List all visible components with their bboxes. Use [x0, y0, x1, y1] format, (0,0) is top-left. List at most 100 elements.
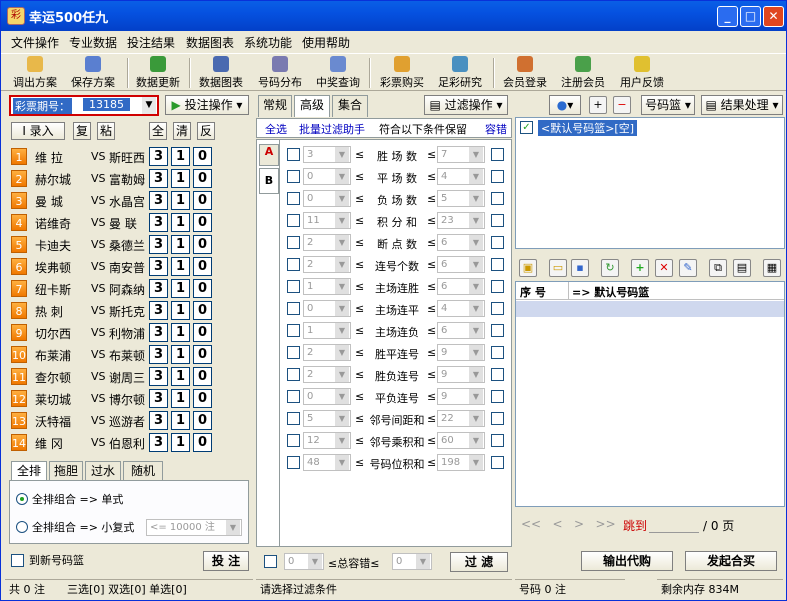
filter-max-select[interactable]: 60 — [437, 432, 485, 449]
filter-max-select[interactable]: 6 — [437, 234, 485, 251]
filter-max-select[interactable]: 9 — [437, 344, 485, 361]
filter-min-select[interactable]: 1 — [303, 322, 351, 339]
tab-full[interactable]: 全排 — [11, 461, 47, 481]
filter-checkbox[interactable] — [287, 170, 300, 183]
filter-checkbox[interactable] — [287, 434, 300, 447]
paste-button[interactable]: 粘 — [97, 122, 115, 140]
odds-loss-button[interactable]: 0 — [193, 169, 212, 188]
odds-loss-button[interactable]: 0 — [193, 147, 212, 166]
filter-checkbox[interactable] — [287, 302, 300, 315]
total-tolerance-max[interactable]: 0 — [392, 553, 432, 570]
tab-banker[interactable]: 拖胆 — [49, 461, 83, 481]
filter-max-select[interactable]: 6 — [437, 256, 485, 273]
tab-advanced[interactable]: 高级 — [294, 95, 330, 117]
filter-checkbox[interactable] — [287, 390, 300, 403]
small-combo-select[interactable]: <= 10000 注 — [146, 519, 242, 536]
radio-single[interactable] — [16, 493, 28, 505]
tolerance-checkbox[interactable] — [491, 456, 504, 469]
odds-loss-button[interactable]: 0 — [193, 433, 212, 452]
filter-checkbox[interactable] — [287, 258, 300, 271]
filter-checkbox[interactable] — [287, 346, 300, 359]
tolerance-checkbox[interactable] — [491, 192, 504, 205]
filter-action-button[interactable]: ▤ 过滤操作 ▾ — [424, 95, 508, 115]
odds-loss-button[interactable]: 0 — [193, 367, 212, 386]
odds-draw-button[interactable]: 1 — [171, 279, 190, 298]
filter-max-select[interactable]: 9 — [437, 366, 485, 383]
tolerance-checkbox[interactable] — [491, 236, 504, 249]
filter-min-select[interactable]: 0 — [303, 300, 351, 317]
tool-data-chart[interactable]: 数据图表 — [195, 56, 247, 90]
total-tolerance-min[interactable]: 0 — [284, 553, 324, 570]
paste-icon[interactable]: ▤ — [733, 259, 751, 277]
save-icon[interactable]: ▪ — [571, 259, 589, 277]
filter-checkbox[interactable] — [287, 280, 300, 293]
filter-min-select[interactable]: 5 — [303, 410, 351, 427]
result-processing-dropdown[interactable]: ▤ 结果处理 ▾ — [701, 95, 783, 115]
folder-icon[interactable]: ▭ — [549, 259, 567, 277]
minimize-button[interactable]: _ — [717, 6, 738, 27]
odds-win-button[interactable]: 3 — [149, 367, 168, 386]
tolerance-checkbox[interactable] — [491, 368, 504, 381]
odds-loss-button[interactable]: 0 — [193, 345, 212, 364]
filter-min-select[interactable]: 2 — [303, 366, 351, 383]
odds-win-button[interactable]: 3 — [149, 301, 168, 320]
filter-max-select[interactable]: 9 — [437, 388, 485, 405]
entry-button[interactable]: I 录入 — [11, 122, 65, 140]
number-basket-dropdown[interactable]: 号码篮 ▾ — [641, 95, 695, 115]
odds-draw-button[interactable]: 1 — [171, 169, 190, 188]
close-button[interactable]: ✕ — [763, 6, 784, 27]
odds-loss-button[interactable]: 0 — [193, 301, 212, 320]
filter-max-select[interactable]: 4 — [437, 300, 485, 317]
filter-max-select[interactable]: 6 — [437, 278, 485, 295]
filter-checkbox[interactable] — [287, 412, 300, 425]
tool-load-plan[interactable]: 调出方案 — [9, 56, 61, 90]
odds-draw-button[interactable]: 1 — [171, 191, 190, 210]
total-tolerance-checkbox[interactable] — [264, 555, 277, 568]
odds-win-button[interactable]: 3 — [149, 323, 168, 342]
batch-filter-link[interactable]: 批量过滤助手 — [299, 121, 365, 137]
basket-item-checkbox[interactable]: ✓ — [520, 121, 533, 134]
filter-max-select[interactable]: 5 — [437, 190, 485, 207]
filter-min-select[interactable]: 11 — [303, 212, 351, 229]
filter-max-select[interactable]: 22 — [437, 410, 485, 427]
odds-win-button[interactable]: 3 — [149, 147, 168, 166]
bet-action-button[interactable]: ▶ 投注操作 ▾ — [165, 95, 249, 115]
tolerance-checkbox[interactable] — [491, 148, 504, 161]
copy-icon[interactable]: ⧉ — [709, 259, 727, 277]
odds-win-button[interactable]: 3 — [149, 257, 168, 276]
odds-loss-button[interactable]: 0 — [193, 323, 212, 342]
filter-min-select[interactable]: 48 — [303, 454, 351, 471]
select-all-button[interactable]: 全 — [149, 122, 167, 140]
tool-feedback[interactable]: 用户反馈 — [615, 56, 669, 90]
maximize-button[interactable]: □ — [740, 6, 761, 27]
filter-checkbox[interactable] — [287, 148, 300, 161]
invert-button[interactable]: 反 — [197, 122, 215, 140]
tolerance-checkbox[interactable] — [491, 214, 504, 227]
copy-button[interactable]: 复 — [73, 122, 91, 140]
odds-draw-button[interactable]: 1 — [171, 323, 190, 342]
tool-save-plan[interactable]: 保存方案 — [65, 56, 121, 90]
bet-button[interactable]: 投 注 — [203, 551, 249, 571]
odds-win-button[interactable]: 3 — [149, 279, 168, 298]
tolerance-checkbox[interactable] — [491, 302, 504, 315]
odds-win-button[interactable]: 3 — [149, 411, 168, 430]
tool-update-data[interactable]: 数据更新 — [131, 56, 185, 90]
odds-draw-button[interactable]: 1 — [171, 367, 190, 386]
filter-checkbox[interactable] — [287, 214, 300, 227]
new-basket-icon[interactable]: + — [589, 96, 607, 114]
filter-min-select[interactable]: 0 — [303, 190, 351, 207]
filter-max-select[interactable]: 6 — [437, 322, 485, 339]
filter-checkbox[interactable] — [287, 456, 300, 469]
menu-help[interactable]: 使用帮助 — [302, 34, 350, 51]
filter-min-select[interactable]: 12 — [303, 432, 351, 449]
basket-item[interactable]: ✓ <默认号码篮>[空] — [520, 120, 782, 136]
tolerance-checkbox[interactable] — [491, 390, 504, 403]
odds-loss-button[interactable]: 0 — [193, 191, 212, 210]
tab-random[interactable]: 随机 — [123, 461, 163, 481]
odds-draw-button[interactable]: 1 — [171, 147, 190, 166]
tolerance-checkbox[interactable] — [491, 258, 504, 271]
odds-win-button[interactable]: 3 — [149, 345, 168, 364]
pager-jump-link[interactable]: 跳到 — [623, 517, 647, 534]
odds-draw-button[interactable]: 1 — [171, 257, 190, 276]
filter-max-select[interactable]: 7 — [437, 146, 485, 163]
